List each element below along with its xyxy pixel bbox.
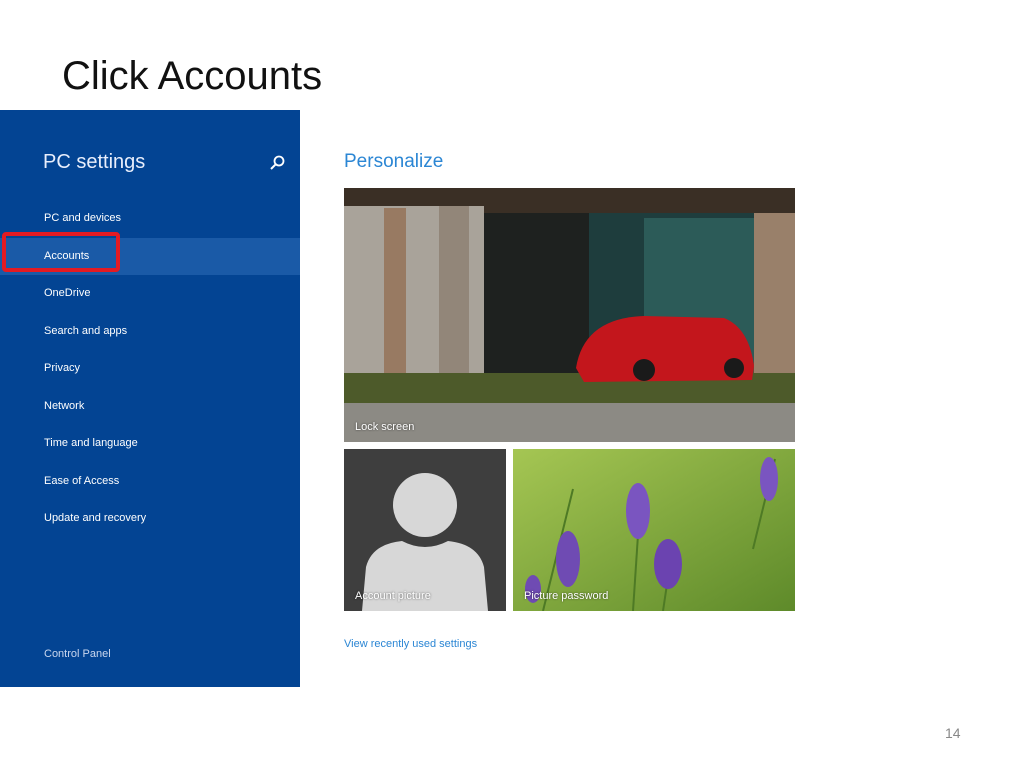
accounts-highlight-box: [2, 232, 120, 272]
control-panel-link[interactable]: Control Panel: [44, 648, 111, 660]
lock-screen-image: [344, 188, 795, 442]
sidebar-title: PC settings: [43, 151, 146, 173]
sidebar-item-update-and-recovery[interactable]: Update and recovery: [0, 500, 300, 537]
sidebar-item-label: PC and devices: [44, 212, 122, 224]
sidebar-item-network[interactable]: Network: [0, 388, 300, 425]
pc-settings-sidebar: PC settings PC and devices Accounts OneD…: [0, 110, 300, 687]
sidebar-item-ease-of-access[interactable]: Ease of Access: [0, 463, 300, 500]
user-silhouette-icon: [344, 449, 506, 611]
account-picture-label: Account picture: [355, 590, 431, 602]
sidebar-item-label: Network: [44, 400, 85, 412]
sidebar-item-onedrive[interactable]: OneDrive: [0, 275, 300, 312]
picture-password-label: Picture password: [524, 590, 609, 602]
sidebar-item-label: Update and recovery: [44, 512, 147, 524]
view-recently-used-settings-link[interactable]: View recently used settings: [344, 638, 477, 650]
lock-screen-label: Lock screen: [355, 421, 415, 433]
sidebar-item-time-and-language[interactable]: Time and language: [0, 425, 300, 462]
page-number: 14: [945, 725, 961, 741]
sidebar-item-label: Ease of Access: [44, 475, 120, 487]
sidebar-item-label: OneDrive: [44, 287, 91, 299]
sidebar-item-label: Time and language: [44, 437, 138, 449]
sidebar-item-label: Privacy: [44, 362, 81, 374]
sidebar-item-privacy[interactable]: Privacy: [0, 350, 300, 387]
lock-screen-tile[interactable]: Lock screen: [344, 188, 795, 442]
section-title-personalize: Personalize: [344, 151, 444, 172]
picture-password-tile[interactable]: Picture password: [513, 449, 795, 611]
account-picture-tile[interactable]: Account picture: [344, 449, 506, 611]
search-icon[interactable]: [268, 154, 286, 172]
sidebar-item-search-and-apps[interactable]: Search and apps: [0, 313, 300, 350]
lavender-image: [513, 449, 795, 611]
sidebar-item-label: Search and apps: [44, 325, 128, 337]
slide-title: Click Accounts: [62, 54, 323, 98]
